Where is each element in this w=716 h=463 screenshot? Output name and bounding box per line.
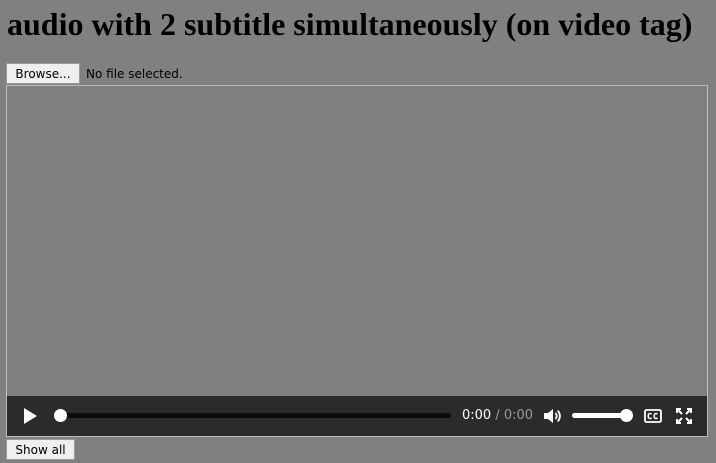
- browse-button[interactable]: Browse...: [6, 63, 80, 84]
- duration: 0:00: [503, 408, 534, 423]
- page-title: audio with 2 subtitle simultaneously (on…: [7, 6, 693, 42]
- time-display: 0:00 / 0:00: [462, 407, 533, 425]
- play-button[interactable]: [19, 406, 41, 426]
- volume-thumb[interactable]: [620, 409, 633, 422]
- time-separator: /: [495, 408, 500, 423]
- captions-button[interactable]: [643, 406, 663, 426]
- play-icon: [24, 408, 37, 424]
- fullscreen-button[interactable]: [674, 406, 694, 426]
- seek-bar[interactable]: [55, 413, 451, 418]
- video-controls-bar: 0:00 / 0:00: [7, 396, 707, 436]
- video-player[interactable]: 0:00 / 0:00: [6, 85, 708, 437]
- current-time: 0:00: [462, 408, 492, 423]
- fullscreen-icon: [676, 408, 692, 424]
- page: audio with 2 subtitle simultaneously (on…: [0, 0, 716, 463]
- mute-button[interactable]: [543, 406, 563, 426]
- volume-icon: [544, 409, 561, 423]
- closed-captions-icon: [644, 409, 662, 423]
- file-status-text: No file selected.: [86, 66, 183, 81]
- seek-thumb[interactable]: [54, 409, 67, 422]
- show-all-button[interactable]: Show all: [6, 439, 75, 460]
- file-input[interactable]: Browse... No file selected.: [6, 63, 183, 84]
